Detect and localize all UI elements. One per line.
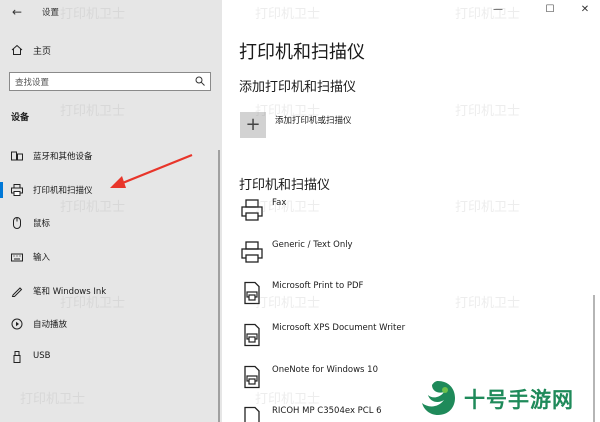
page-title: 打印机和扫描仪: [239, 42, 365, 63]
watermark-text: 打印机卫士: [60, 296, 126, 311]
watermark-text: 打印机卫士: [60, 7, 126, 22]
window-title: 设置: [42, 8, 60, 18]
watermark-text: 打印机卫士: [255, 200, 321, 215]
watermark-text: 打印机卫士: [60, 104, 126, 119]
document-printer-icon: [244, 323, 260, 347]
sidebar-item-home[interactable]: 主页: [33, 44, 51, 57]
device-item-generic[interactable]: Generic / Text Only: [240, 240, 580, 280]
main-scrollbar[interactable]: [593, 295, 595, 422]
usb-icon: [13, 351, 21, 363]
back-arrow-icon[interactable]: ←: [9, 5, 25, 19]
pen-icon: [11, 287, 23, 297]
sidebar-item-label: USB: [33, 351, 51, 361]
device-name: RICOH MP C3504ex PCL 6: [272, 406, 382, 416]
brand-logo-icon: [422, 381, 455, 415]
document-printer-icon: [244, 406, 260, 422]
device-name: Microsoft Print to PDF: [272, 281, 364, 291]
mouse-icon: [13, 217, 21, 229]
watermark-text: 打印机卫士: [255, 104, 321, 119]
add-section-title: 添加打印机和扫描仪: [239, 80, 357, 95]
sidebar-item-label: 鼠标: [33, 219, 51, 229]
watermark-text: 打印机卫士: [255, 296, 321, 311]
sidebar-item-label: 输入: [33, 253, 51, 263]
home-icon: [11, 44, 23, 55]
document-printer-icon: [244, 365, 260, 389]
device-name: Generic / Text Only: [272, 240, 353, 250]
annotation-arrow: [110, 153, 193, 188]
keyboard-icon: [11, 253, 23, 262]
printer-icon: [11, 184, 23, 196]
search-placeholder: 查找设置: [15, 78, 50, 88]
watermark-text: 打印机卫士: [455, 200, 521, 215]
maximize-icon[interactable]: ☐: [542, 3, 558, 17]
sidebar-item-typing[interactable]: 输入: [0, 243, 222, 271]
sidebar-item-usb[interactable]: USB: [0, 343, 222, 371]
watermark-text: 打印机卫士: [20, 392, 86, 407]
watermark-text: 打印机卫士: [255, 392, 321, 407]
search-input[interactable]: 查找设置: [9, 72, 211, 91]
watermark-text: 打印机卫士: [255, 7, 321, 22]
sidebar-item-autoplay[interactable]: 自动播放: [0, 310, 222, 338]
bluetooth-device-icon: [11, 151, 23, 161]
watermark-text: 打印机卫士: [455, 296, 521, 311]
sidebar-section-title: 设备: [11, 113, 30, 123]
autoplay-icon: [11, 318, 23, 330]
device-name: OneNote for Windows 10: [272, 365, 378, 375]
sidebar-item-label: 自动播放: [33, 320, 68, 330]
watermark-text: 打印机卫士: [455, 7, 521, 22]
watermark-text: 打印机卫士: [455, 104, 521, 119]
printers-section-title: 打印机和扫描仪: [239, 178, 331, 193]
sidebar-item-label: 打印机和扫描仪: [33, 186, 93, 196]
brand-name: 十号手游网: [464, 388, 574, 412]
printer-icon: [241, 241, 263, 263]
search-icon[interactable]: [195, 76, 205, 86]
sidebar-scrollbar[interactable]: [218, 150, 220, 422]
sidebar-item-label: 蓝牙和其他设备: [33, 152, 93, 162]
device-name: Microsoft XPS Document Writer: [272, 323, 406, 333]
device-item-xps-writer[interactable]: Microsoft XPS Document Writer: [240, 323, 580, 363]
selected-indicator: [0, 182, 3, 198]
close-icon[interactable]: ✕: [577, 3, 593, 17]
